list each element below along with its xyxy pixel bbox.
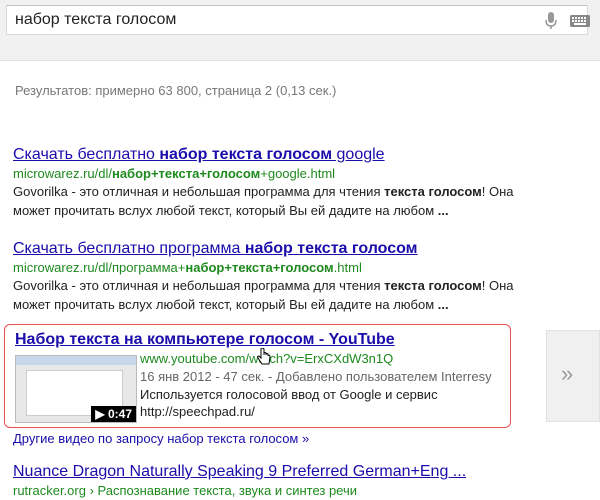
- result-url: rutracker.org › Распознавание текста, зв…: [13, 483, 358, 498]
- result-title-link[interactable]: Скачать бесплатно программа набор текста…: [13, 240, 593, 258]
- video-result: Набор текста на компьютере голосом - You…: [4, 324, 511, 428]
- result-title-link[interactable]: Nuance Dragon Naturally Speaking 9 Prefe…: [13, 463, 466, 481]
- search-result: Скачать бесплатно набор текста голосом g…: [13, 146, 593, 220]
- thumbnail-window-bar: [16, 356, 136, 365]
- video-description: Используется голосовой ввод от Google и …: [140, 387, 438, 419]
- search-box[interactable]: [6, 5, 590, 35]
- result-snippet: Govorilka - это отличная и небольшая про…: [13, 184, 514, 218]
- search-input[interactable]: [15, 9, 515, 31]
- result-title-link[interactable]: Скачать бесплатно набор текста голосом g…: [13, 146, 593, 164]
- search-header: [0, 0, 600, 61]
- result-snippet: Govorilka - это отличная и небольшая про…: [13, 278, 514, 312]
- search-result: Nuance Dragon Naturally Speaking 9 Prefe…: [13, 463, 466, 498]
- result-stats: Результатов: примерно 63 800, страница 2…: [15, 83, 337, 98]
- more-videos-link[interactable]: Другие видео по запросу набор текста гол…: [13, 431, 309, 446]
- search-result: Скачать бесплатно программа набор текста…: [13, 240, 593, 314]
- chevron-right-icon: »: [561, 361, 574, 386]
- keyboard-icon[interactable]: [570, 15, 590, 27]
- next-video-button[interactable]: »: [546, 330, 600, 422]
- microphone-icon[interactable]: [545, 12, 557, 30]
- hand-cursor-icon: [257, 348, 271, 365]
- video-thumbnail[interactable]: ▶ 0:47: [15, 355, 137, 423]
- video-title-link[interactable]: Набор текста на компьютере голосом - You…: [15, 331, 395, 349]
- result-url: microwarez.ru/dl/набор+текста+голосом+go…: [13, 166, 336, 181]
- video-meta: 16 янв 2012 - 47 сек. - Добавлено пользо…: [140, 369, 492, 384]
- video-duration: ▶ 0:47: [91, 406, 136, 422]
- result-url: microwarez.ru/dl/программа+набор+текста+…: [13, 260, 362, 275]
